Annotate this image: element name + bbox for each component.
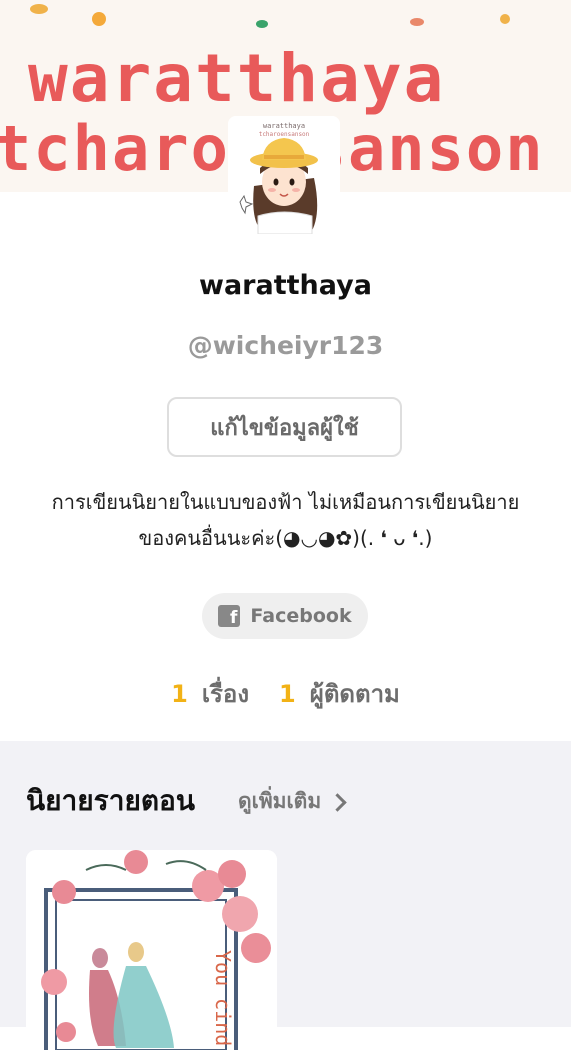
serial-novels-section: นิยายรายตอน ดูเพิ่มเติม You cind — [0, 741, 571, 1050]
bio-line-1: การเขียนนิยายในแบบของฟ้า ไม่เหมือนการเขี… — [51, 490, 520, 514]
bio-line-2: ของคนอื่นนะค่ะ(◕◡◕✿)(. ❛ ᴗ ❛.) — [138, 526, 433, 550]
edit-profile-button[interactable]: แก้ไขข้อมูลผู้ใช้ — [167, 397, 402, 457]
display-name: waratthaya — [199, 270, 372, 301]
see-more-link[interactable]: ดูเพิ่มเติม — [238, 785, 347, 818]
leaf-decoration-icon — [256, 20, 268, 28]
avatar-illustration: waratthaya tcharoensanson — [228, 116, 340, 234]
novel-cover: You cind — [26, 850, 277, 1050]
banner-text-line1: waratthaya — [28, 40, 446, 117]
stat-stories[interactable]: 1 เรื่อง — [171, 674, 249, 713]
user-handle: @wicheiyr123 — [187, 331, 384, 360]
facebook-label: Facebook — [250, 605, 352, 627]
profile-bio: การเขียนนิยายในแบบของฟ้า ไม่เหมือนการเขี… — [10, 484, 561, 556]
leaf-decoration-icon — [410, 18, 424, 26]
avatar-caption-line2: tcharoensanson — [259, 131, 310, 138]
leaf-decoration-icon — [92, 12, 106, 26]
followers-label: ผู้ติดตาม — [309, 680, 400, 708]
cover-title-text: You cind — [211, 950, 235, 1046]
avatar[interactable]: waratthaya tcharoensanson — [228, 116, 340, 234]
stories-count: 1 — [171, 680, 188, 708]
facebook-icon: f — [218, 605, 241, 627]
stat-followers[interactable]: 1 ผู้ติดตาม — [279, 674, 400, 713]
leaf-decoration-icon — [500, 14, 510, 24]
novel-card[interactable]: You cind — [26, 850, 277, 1050]
followers-count: 1 — [279, 680, 296, 708]
facebook-link-button[interactable]: f Facebook — [202, 593, 368, 639]
leaf-decoration-icon — [30, 4, 48, 14]
profile-stats: 1 เรื่อง 1 ผู้ติดตาม — [0, 674, 571, 713]
stories-label: เรื่อง — [201, 680, 250, 708]
section-title: นิยายรายตอน — [26, 784, 195, 817]
avatar-caption-line1: waratthaya — [263, 122, 305, 130]
chevron-right-icon — [328, 793, 347, 812]
see-more-label: ดูเพิ่มเติม — [238, 789, 322, 813]
